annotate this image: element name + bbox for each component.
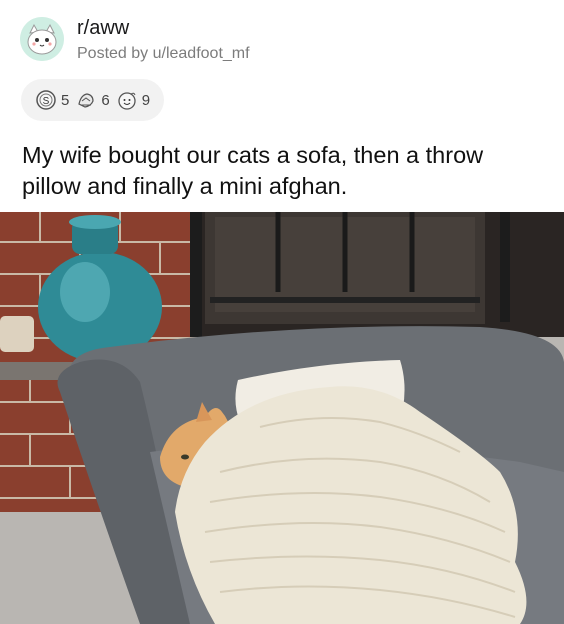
subreddit-avatar[interactable]	[20, 17, 64, 61]
fireplace-screen	[190, 212, 564, 337]
silver-award-icon: S	[36, 90, 56, 110]
posted-by[interactable]: Posted by u/leadfoot_mf	[77, 45, 250, 63]
subreddit-name[interactable]: r/aww	[77, 17, 129, 40]
award-count: 6	[101, 91, 110, 109]
post-header: r/aww Posted by u/leadfoot_mf	[0, 0, 564, 72]
svg-text:S: S	[43, 96, 50, 107]
wholesome-award-icon	[118, 92, 136, 110]
post-title[interactable]: My wife bought our cats a sofa, then a t…	[22, 140, 542, 202]
candle-jar	[0, 316, 34, 352]
award-silver: S 5	[35, 89, 69, 111]
awards-pill[interactable]: S 5 6 9	[21, 79, 165, 121]
award-count: 5	[61, 91, 70, 109]
award-wholesome: 9	[116, 89, 150, 111]
award-helpful: 6	[75, 89, 110, 111]
post-image[interactable]	[0, 212, 564, 624]
award-count: 9	[141, 91, 151, 109]
helpful-award-icon	[78, 93, 94, 108]
cat-face-icon	[20, 17, 64, 61]
